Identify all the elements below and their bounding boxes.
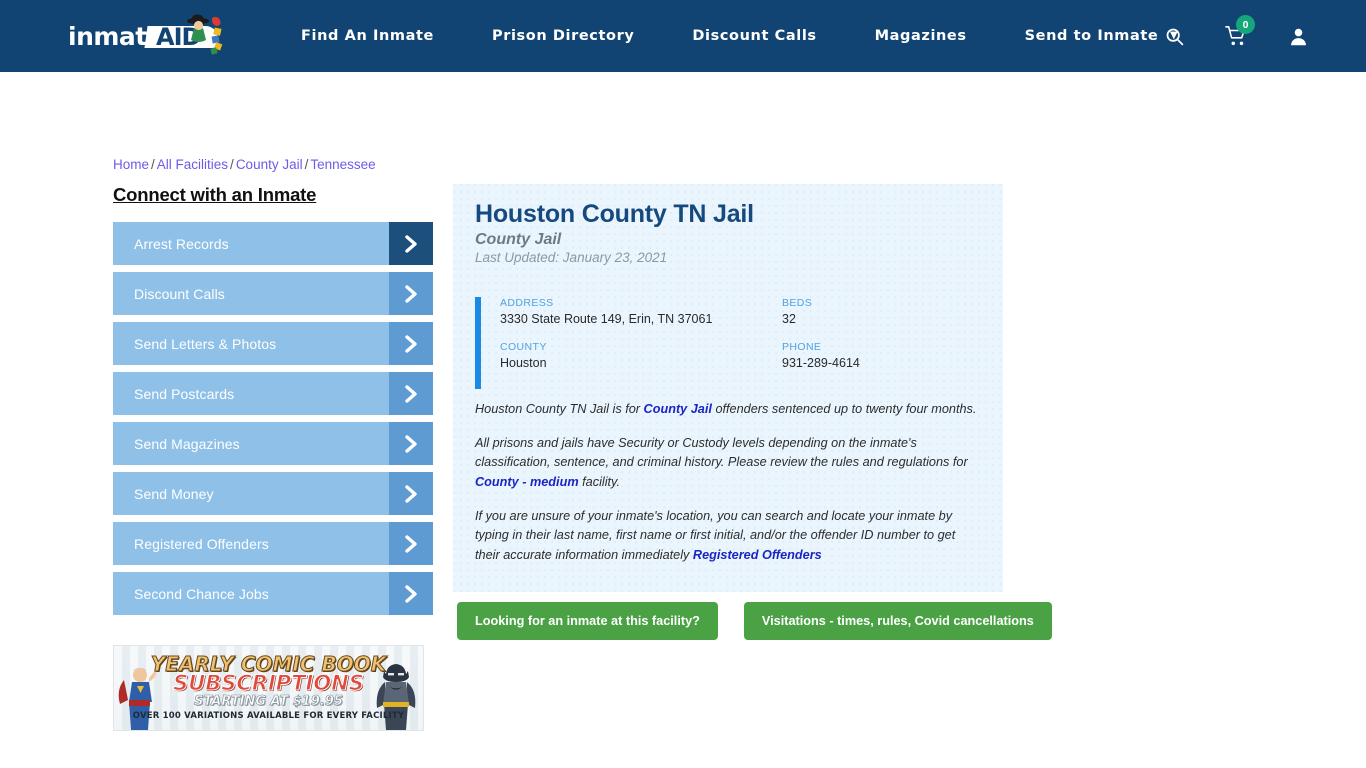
ad-inner: YEARLY COMIC BOOK SUBSCRIPTIONS STARTING…: [114, 646, 423, 730]
detail-address: ADDRESS 3330 State Route 149, Erin, TN 3…: [500, 297, 782, 326]
sidebar-item-discount-calls[interactable]: Discount Calls: [113, 272, 433, 315]
text-run: offenders sentenced up to twenty four mo…: [711, 402, 977, 416]
visitations-info-button[interactable]: Visitations - times, rules, Covid cancel…: [743, 602, 1052, 640]
sidebar-item-send-money[interactable]: Send Money: [113, 472, 433, 515]
page-title: Houston County TN Jail: [475, 200, 754, 228]
description-paragraph-1: Houston County TN Jail is for County Jai…: [475, 400, 981, 420]
chevron-right-icon: [389, 472, 433, 515]
link-registered-offenders[interactable]: Registered Offenders: [693, 548, 822, 562]
sidebar-item-second-chance-jobs[interactable]: Second Chance Jobs: [113, 572, 433, 615]
breadcrumb: Home / All Facilities / County Jail / Tennesse…: [113, 157, 376, 172]
user-account-icon[interactable]: [1286, 24, 1310, 48]
page-body: Home / All Facilities / County Jail / Tennesse…: [0, 72, 1366, 768]
sidebar-item-label: Registered Offenders: [134, 535, 269, 552]
detail-beds: BEDS 32: [782, 297, 981, 326]
detail-label: BEDS: [782, 297, 813, 309]
nav-label: Magazines: [874, 28, 967, 44]
primary-nav: Find An Inmate Prison Directory Discount…: [272, 28, 1207, 44]
text-run: Houston County TN Jail is for: [475, 402, 644, 416]
facility-details-block: ADDRESS 3330 State Route 149, Erin, TN 3…: [475, 297, 981, 389]
breadcrumb-item-county-jail[interactable]: County Jail: [236, 157, 303, 172]
ad-line-2: SUBSCRIPTIONS: [173, 671, 365, 696]
facility-description: Houston County TN Jail is for County Jai…: [475, 400, 981, 566]
sidebar-item-label: Send Money: [134, 485, 214, 502]
ad-line-4: OVER 100 VARIATIONS AVAILABLE FOR EVERY …: [132, 711, 405, 721]
sidebar-item-send-letters-photos[interactable]: Send Letters & Photos: [113, 322, 433, 365]
sidebar-item-arrest-records[interactable]: Arrest Records: [113, 222, 433, 265]
sidebar-item-label: Send Magazines: [134, 435, 240, 452]
chevron-right-icon: [389, 372, 433, 415]
detail-value: 32: [782, 312, 796, 326]
sidebar-item-label: Send Letters & Photos: [134, 335, 277, 352]
last-updated-text: Last Updated: January 23, 2021: [475, 250, 668, 265]
cart-count-badge: 0: [1236, 15, 1255, 34]
accent-bar: [475, 297, 481, 389]
chevron-right-icon: [389, 522, 433, 565]
description-paragraph-3: If you are unsure of your inmate's locat…: [475, 507, 981, 566]
text-run: facility.: [578, 475, 620, 490]
breadcrumb-separator: /: [304, 157, 309, 172]
nav-item-discount-calls[interactable]: Discount Calls: [663, 28, 845, 44]
link-county-medium[interactable]: County - medium: [475, 475, 579, 489]
looking-for-inmate-button[interactable]: Looking for an inmate at this facility?: [457, 602, 718, 640]
nav-label: Send to Inmate: [1024, 28, 1159, 44]
comic-book-subscriptions-ad[interactable]: YEARLY COMIC BOOK SUBSCRIPTIONS STARTING…: [113, 645, 424, 731]
shopping-cart-icon[interactable]: 0: [1224, 15, 1255, 48]
logo-brand-text: inmate: [68, 21, 164, 51]
detail-label: ADDRESS: [500, 297, 554, 309]
header-icon-group: 0: [1162, 15, 1310, 48]
site-header: inmate AID Find An Inmate Prison Directo…: [0, 0, 1366, 72]
detail-label: COUNTY: [500, 341, 547, 353]
facility-details-grid: ADDRESS 3330 State Route 149, Erin, TN 3…: [500, 297, 981, 370]
chevron-right-icon: [389, 572, 433, 615]
sidebar-item-label: Discount Calls: [134, 285, 225, 302]
detail-phone: PHONE 931-289-4614: [782, 341, 981, 370]
search-icon[interactable]: [1162, 24, 1186, 48]
sidebar: Connect with an Inmate Arrest Records Di…: [113, 184, 433, 622]
nav-item-find-an-inmate[interactable]: Find An Inmate: [272, 28, 463, 44]
sidebar-item-send-magazines[interactable]: Send Magazines: [113, 422, 433, 465]
sidebar-item-label: Arrest Records: [134, 235, 229, 252]
link-county-jail[interactable]: County Jail: [644, 402, 712, 416]
breadcrumb-item-all-facilities[interactable]: All Facilities: [157, 157, 228, 172]
sidebar-item-registered-offenders[interactable]: Registered Offenders: [113, 522, 433, 565]
chevron-right-icon: [389, 322, 433, 365]
breadcrumb-item-home[interactable]: Home: [113, 157, 149, 172]
inmateaid-logo-character-icon: [187, 14, 223, 55]
chevron-right-icon: [389, 422, 433, 465]
site-logo[interactable]: inmate AID: [68, 12, 223, 60]
detail-county: COUNTY Houston: [500, 341, 782, 370]
nav-label: Discount Calls: [692, 28, 817, 44]
nav-item-magazines[interactable]: Magazines: [846, 28, 996, 44]
facility-info-card: Houston County TN Jail County Jail Last …: [453, 184, 1003, 592]
sidebar-item-label: Second Chance Jobs: [134, 585, 269, 602]
chevron-right-icon: [389, 222, 433, 265]
sidebar-item-send-postcards[interactable]: Send Postcards: [113, 372, 433, 415]
detail-value: Houston: [500, 356, 547, 370]
sidebar-item-label: Send Postcards: [134, 385, 235, 402]
ad-line-3: STARTING AT $19.95: [194, 694, 343, 710]
text-run: All prisons and jails have Security or C…: [475, 435, 968, 470]
facility-action-buttons: Looking for an inmate at this facility? …: [457, 602, 1052, 640]
breadcrumb-separator: /: [151, 157, 155, 172]
description-paragraph-2: All prisons and jails have Security or C…: [475, 434, 981, 493]
detail-label: PHONE: [782, 341, 822, 353]
breadcrumb-item-tennessee[interactable]: Tennessee: [310, 157, 375, 172]
detail-value: 3330 State Route 149, Erin, TN 37061: [500, 312, 713, 326]
breadcrumb-separator: /: [230, 157, 234, 172]
chevron-right-icon: [389, 272, 433, 315]
nav-label: Prison Directory: [492, 28, 635, 44]
facility-type: County Jail: [475, 231, 562, 248]
sidebar-heading: Connect with an Inmate: [113, 184, 317, 205]
facility-card-content: Houston County TN Jail County Jail Last …: [453, 184, 1003, 566]
nav-label: Find An Inmate: [301, 28, 434, 44]
detail-value: 931-289-4614: [782, 356, 860, 370]
nav-item-prison-directory[interactable]: Prison Directory: [463, 28, 663, 44]
